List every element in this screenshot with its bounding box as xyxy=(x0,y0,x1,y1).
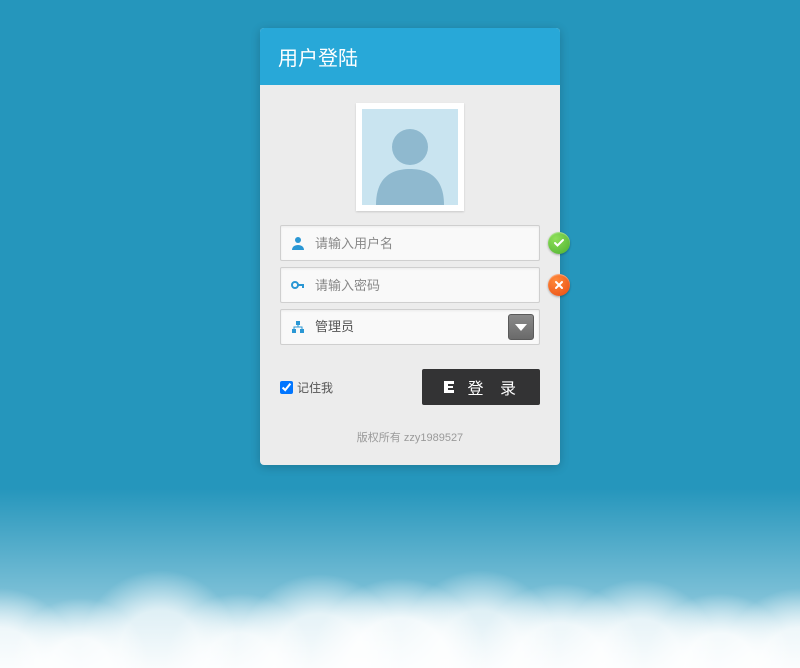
password-field-wrapper xyxy=(280,267,540,303)
form-actions: 记住我 登 录 xyxy=(260,359,560,411)
dropdown-button[interactable] xyxy=(508,314,534,340)
avatar-placeholder-icon xyxy=(362,109,458,205)
remember-label: 记住我 xyxy=(297,379,333,396)
login-button-label: 登 录 xyxy=(468,375,522,399)
role-label: 管理员 xyxy=(315,310,508,344)
background-clouds xyxy=(0,488,800,668)
login-form: 管理员 xyxy=(260,225,560,359)
username-input[interactable] xyxy=(315,226,539,260)
login-button[interactable]: 登 录 xyxy=(422,369,540,405)
username-field-wrapper xyxy=(280,225,540,261)
remember-me[interactable]: 记住我 xyxy=(280,379,333,396)
role-row: 管理员 xyxy=(280,309,540,345)
login-panel: 用户登陆 xyxy=(260,28,560,465)
username-row xyxy=(280,225,540,261)
avatar-frame xyxy=(356,103,464,211)
password-input[interactable] xyxy=(315,268,539,302)
user-icon xyxy=(281,235,315,251)
panel-title: 用户登陆 xyxy=(260,28,560,85)
logo-icon xyxy=(440,378,458,396)
chevron-down-icon xyxy=(515,324,527,331)
error-icon xyxy=(548,274,570,296)
password-row xyxy=(280,267,540,303)
copyright: 版权所有 zzy1989527 xyxy=(260,411,560,465)
check-icon xyxy=(548,232,570,254)
avatar-container xyxy=(260,85,560,225)
key-icon xyxy=(281,277,315,293)
remember-checkbox[interactable] xyxy=(280,381,293,394)
role-select[interactable]: 管理员 xyxy=(280,309,540,345)
org-icon xyxy=(281,320,315,334)
